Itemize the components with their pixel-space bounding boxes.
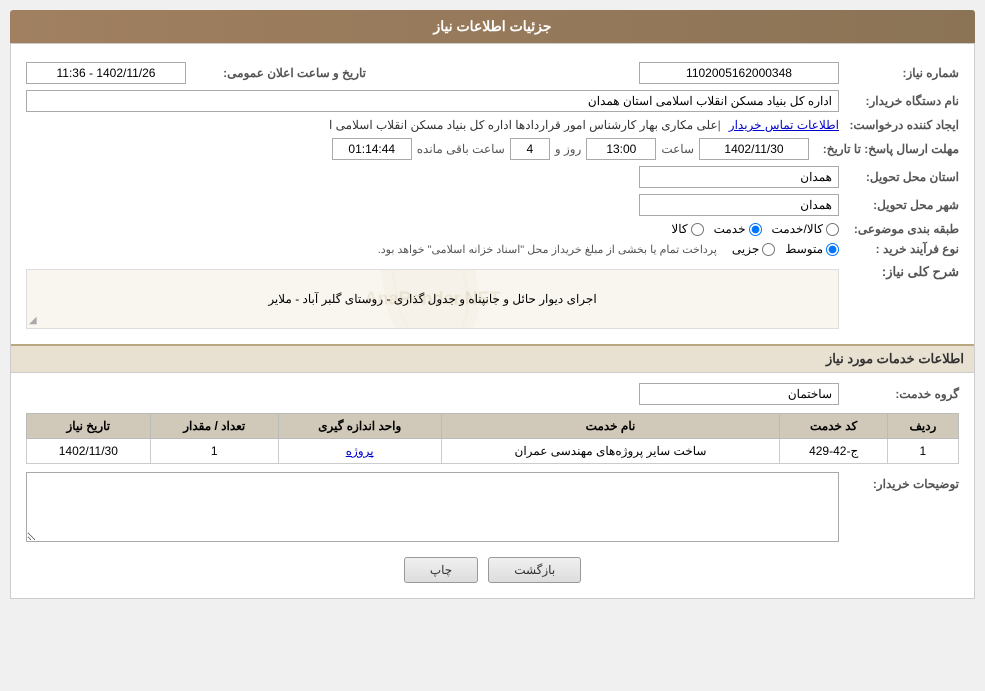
buyer-org-label: نام دستگاه خریدار: (839, 94, 959, 108)
table-cell: ج-42-429 (780, 439, 887, 464)
need-number-label: شماره نیاز: (839, 66, 959, 80)
city-label: شهر محل تحویل: (839, 198, 959, 212)
remaining-label: ساعت باقی مانده (417, 142, 505, 156)
table-cell: 1 (887, 439, 958, 464)
table-cell: 1402/11/30 (27, 439, 151, 464)
creator-value: علی مکاری بهار کارشناس امور قراردادها اد… (26, 118, 718, 132)
radio-kala[interactable] (691, 223, 704, 236)
purchase-type-radio-group: متوسط جزیی (732, 242, 839, 256)
radio-khedmat[interactable] (749, 223, 762, 236)
service-group-input (639, 383, 839, 405)
buyer-org-input (26, 90, 839, 112)
back-button[interactable]: بازگشت (488, 557, 581, 583)
category-radio-kala-khedmat[interactable]: کالا/خدمت (772, 222, 839, 236)
page-title: جزئیات اطلاعات نیاز (10, 10, 975, 43)
buyer-notes-label: توضیحات خریدار: (839, 472, 959, 491)
buyer-notes-textarea[interactable] (26, 472, 839, 542)
province-input (639, 166, 839, 188)
purchase-type-label: نوع فرآیند خرید : (839, 242, 959, 256)
remaining-time-input (332, 138, 412, 160)
col-name: نام خدمت (441, 414, 780, 439)
province-label: استان محل تحویل: (839, 170, 959, 184)
purchase-type-note: پرداخت تمام یا بخشی از مبلغ خریداز محل "… (26, 243, 717, 256)
deadline-time-label: ساعت (661, 142, 694, 156)
city-input (639, 194, 839, 216)
col-date: تاریخ نیاز (27, 414, 151, 439)
col-row: ردیف (887, 414, 958, 439)
radio-motavasset[interactable] (826, 243, 839, 256)
radio-jozi[interactable] (762, 243, 775, 256)
category-radio-kala[interactable]: کالا (671, 222, 703, 236)
col-code: کد خدمت (780, 414, 887, 439)
need-description-label: شرح کلی نیاز: (839, 264, 959, 280)
col-quantity: تعداد / مقدار (150, 414, 278, 439)
creator-contact-link[interactable]: اطلاعات تماس خریدار (729, 118, 839, 132)
service-group-label: گروه خدمت: (839, 387, 959, 401)
announcement-time-input (26, 62, 186, 84)
category-radio-khedmat[interactable]: خدمت (714, 222, 762, 236)
table-row: 1ج-42-429ساخت سایر پروژه‌های مهندسی عمرا… (27, 439, 959, 464)
radio-kala-khedmat[interactable] (826, 223, 839, 236)
deadline-time-input (586, 138, 656, 160)
category-label: طبقه بندی موضوعی: (839, 222, 959, 236)
category-radio-group: کالا/خدمت خدمت کالا (671, 222, 839, 236)
purchase-type-jozi[interactable]: جزیی (732, 242, 775, 256)
need-description-text: اجرای دیوار حائل و جانپناه و جدول گذاری … (27, 284, 838, 314)
button-row: بازگشت چاپ (26, 557, 959, 583)
deadline-label: مهلت ارسال پاسخ: تا تاریخ: (809, 142, 959, 156)
announcement-time-label: تاریخ و ساعت اعلان عمومی: (186, 66, 366, 80)
col-unit: واحد اندازه گیری (278, 414, 441, 439)
creator-label: ایجاد کننده درخواست: (839, 118, 959, 132)
services-section-title: اطلاعات خدمات مورد نیاز (11, 344, 974, 373)
need-number-input[interactable] (639, 62, 839, 84)
table-cell: 1 (150, 439, 278, 464)
unit-link[interactable]: پروژه (278, 439, 441, 464)
deadline-day-label: روز و (555, 142, 582, 156)
resize-handle[interactable]: ◢ (29, 315, 37, 326)
print-button[interactable]: چاپ (404, 557, 478, 583)
deadline-days-input (510, 138, 550, 160)
table-cell: ساخت سایر پروژه‌های مهندسی عمران (441, 439, 780, 464)
deadline-date-input (699, 138, 809, 160)
purchase-type-motavasset[interactable]: متوسط (785, 242, 839, 256)
services-table: ردیف کد خدمت نام خدمت واحد اندازه گیری ت… (26, 413, 959, 464)
